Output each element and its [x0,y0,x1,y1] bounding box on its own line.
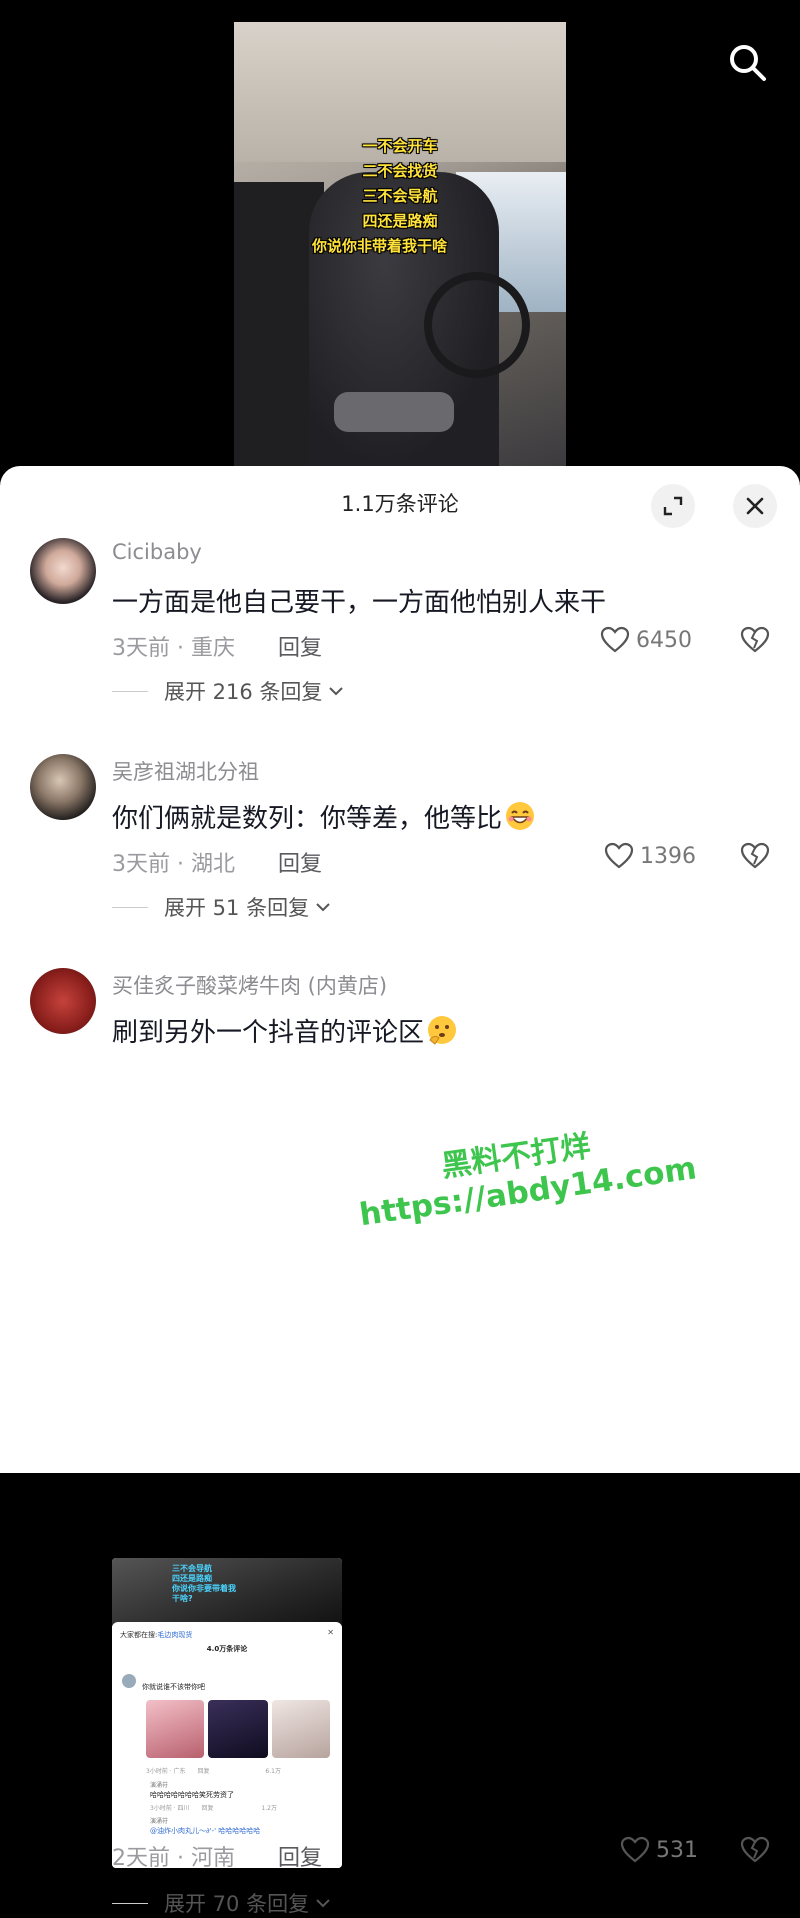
expand-icon [663,496,683,516]
thinking-emoji-icon [428,1016,457,1045]
divider-line [112,690,148,692]
like-button[interactable]: 1396 [604,842,696,870]
search-icon[interactable] [727,42,767,82]
heart-icon [604,842,634,869]
embedded-reply: 回复 [197,1768,210,1775]
broken-heart-icon [740,1836,770,1863]
embedded-meta: 3小时前 · 广东 [146,1768,186,1775]
embedded-comment-text: 你就说谁不该带你吧 [142,1683,205,1691]
comment-username[interactable]: Cicibaby [112,540,202,564]
embedded-photo-1 [146,1700,204,1758]
embedded-reply-meta-row: 3小时前 · 四川 回复 1.2万 [150,1803,277,1812]
embedded-caption-line: 你说你非要带着我 [172,1584,236,1593]
video-caption-2: 二不会找货 [362,162,438,180]
expand-replies-label: 展开 216 条回复 [164,680,323,704]
comment-text: 一方面是他自己要干，一方面他怕别人来干 [112,588,607,618]
embedded-title: 4.0万条评论 [206,1645,248,1653]
comment-text-content: 你们俩就是数列：你等差，他等比 [112,804,503,834]
broken-heart-icon [740,626,770,653]
like-button[interactable]: 531 [620,1836,698,1864]
avatar[interactable] [30,538,96,604]
embedded-video-thumb: 三不会导航 四还是路痴 你说你非要带着我 干啥? [112,1558,342,1626]
embedded-search-term: 毛边肉现货 [157,1631,193,1639]
comment-text-content: 刷到另外一个抖音的评论区 [112,1018,425,1048]
divider-line [112,1902,148,1904]
embedded-captions: 三不会导航 四还是路痴 你说你非要带着我 干啥? [172,1564,236,1604]
divider-line [112,906,148,908]
expand-replies-button[interactable]: 展开 216 条回复 [112,676,344,706]
embedded-search-hint: 大家都在搜:毛边肉现货 [120,1630,192,1640]
expand-replies-button[interactable]: 展开 51 条回复 [112,892,331,922]
embedded-caption-line: 干啥? [172,1594,193,1603]
embedded-reply-text: @油炸小肉丸儿～∂'-' 哈哈哈哈哈哈 [150,1827,261,1835]
embedded-reply-text: 哈哈哈哈哈哈哈笑死劳资了 [150,1791,234,1799]
like-count: 531 [656,1837,698,1863]
steering-wheel [424,272,530,378]
embedded-reply-user: 演涌苻 [150,1818,169,1825]
embedded-reply-user: 演涌苻 [150,1782,169,1789]
embedded-meta: 3小时前 · 四川 [150,1805,190,1812]
broken-heart-icon [740,842,770,869]
chevron-down-icon [316,1899,330,1908]
comment-meta: 3天前 · 重庆 [112,636,235,661]
like-count: 6450 [636,627,692,653]
embedded-meta-row: 3小时前 · 广东 回复 6.1万 [146,1766,281,1775]
reply-button[interactable]: 回复 [278,846,322,878]
embedded-search-prefix: 大家都在搜: [120,1631,158,1639]
dislike-button[interactable] [740,842,770,874]
chevron-down-icon [329,687,344,696]
grinning-emoji-icon [506,802,535,830]
heart-icon [620,1836,650,1863]
dislike-button[interactable] [740,626,770,658]
embedded-likes: 6.1万 [265,1768,281,1775]
video-caption-5: 你说你非带着我干啥 [312,237,448,255]
embedded-photo-2 [208,1700,268,1758]
expand-replies-button[interactable]: 展开 70 条回复 [112,1888,331,1918]
expand-button[interactable] [651,484,695,528]
seat-armrest [334,392,454,432]
heart-icon [600,626,630,653]
like-button[interactable]: 6450 [600,626,692,654]
chevron-down-icon [316,903,330,912]
embedded-caption-line: 四还是路痴 [172,1574,212,1583]
embedded-avatar [122,1674,136,1688]
like-count: 1396 [640,843,696,869]
avatar[interactable] [30,968,96,1034]
comment-image[interactable]: 三不会导航 四还是路痴 你说你非要带着我 干啥? 大家都在搜:毛边肉现货 ✕ 4… [112,1558,342,1868]
video-caption-1: 一不会开车 [362,137,438,155]
comment-panel: 1.1万条评论 Cicibaby 一方面是他自己要干，一方面他怕别人来干 3天前… [0,466,800,1916]
embedded-close-icon: ✕ [327,1628,334,1637]
reply-button[interactable]: 回复 [278,630,322,662]
embedded-comment-panel: 大家都在搜:毛边肉现货 ✕ 4.0万条评论 你就说谁不该带你吧 3小时前 · 广… [112,1622,342,1868]
embedded-caption-line: 三不会导航 [172,1564,212,1573]
comment-text: 刷到另外一个抖音的评论区 [112,1012,458,1049]
close-button[interactable] [733,484,777,528]
embedded-likes: 1.2万 [261,1805,277,1812]
avatar[interactable] [30,754,96,820]
expand-replies-label: 展开 51 条回复 [164,896,310,920]
embedded-photo-3 [272,1700,330,1758]
video-caption-4: 四还是路痴 [362,212,438,230]
comment-username[interactable]: 买佳炙子酸菜烤牛肉 (内黄店) [112,970,387,1000]
close-icon [746,497,764,515]
comment-text: 你们俩就是数列：你等差，他等比 [112,798,536,835]
expand-replies-label: 展开 70 条回复 [164,1892,310,1916]
video-player[interactable]: 一不会开车 二不会找货 三不会导航 四还是路痴 你说你非带着我干啥 [234,22,566,468]
reply-button[interactable]: 回复 [278,1840,322,1872]
comment-meta: 3天前 · 湖北 [112,852,235,877]
comment-username[interactable]: 吴彦祖湖北分祖 [112,756,259,786]
dislike-button[interactable] [740,1836,770,1868]
comment-meta: 2天前 · 河南 [112,1846,235,1871]
video-caption-3: 三不会导航 [362,187,438,205]
embedded-reply: 回复 [201,1805,214,1812]
